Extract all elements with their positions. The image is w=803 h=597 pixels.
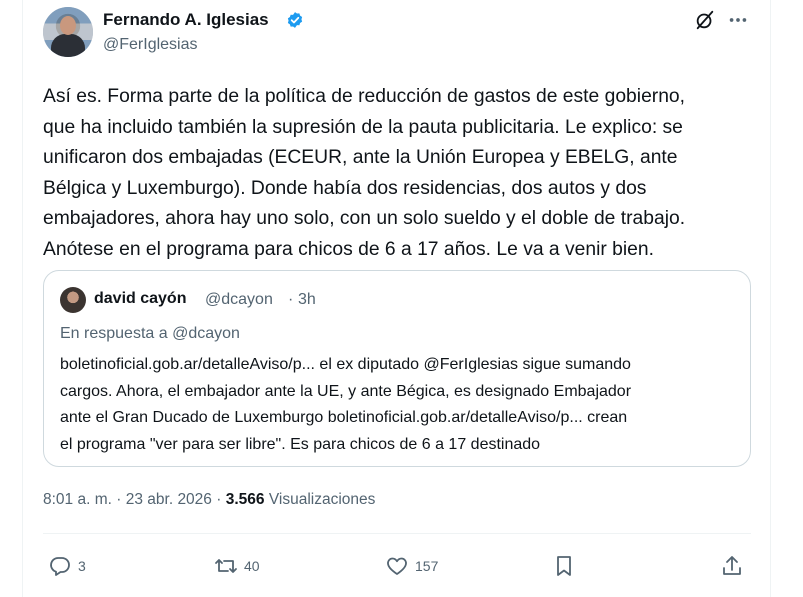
tweet-time[interactable]: 8:01 a. m. [43, 491, 112, 508]
views-count: 3.566 [225, 491, 265, 508]
like-count: 157 [415, 558, 439, 574]
bookmark-icon [557, 556, 571, 576]
avatar-face [60, 16, 76, 35]
column-border-right [770, 0, 771, 597]
quoted-author-name: david cayón [94, 290, 187, 307]
actions-divider [43, 533, 751, 534]
retweet-icon [215, 559, 237, 573]
grok-icon[interactable] [694, 9, 716, 31]
tweet-metadata: 8:01 a. m. · 23 abr. 2026 · 3.566 Visual… [43, 491, 375, 509]
quoted-line: boletinoficial.gob.ar/detalleAviso/p... … [60, 356, 631, 373]
quoted-text: boletinoficial.gob.ar/detalleAviso/p... … [60, 352, 740, 458]
tweet-line: Así es. Forma parte de la política de re… [43, 86, 686, 107]
bookmark-button[interactable] [552, 553, 576, 579]
tweet-line: unificaron dos embajadas (ECEUR, ante la… [43, 147, 678, 168]
quoted-tweet[interactable]: david cayón @dcayon · 3h En respuesta a … [43, 270, 751, 467]
author-avatar[interactable] [43, 7, 93, 57]
quoted-author-handle: @dcayon [205, 291, 273, 308]
like-button[interactable]: 157 [385, 553, 438, 579]
more-icon[interactable] [727, 9, 749, 31]
share-button[interactable] [720, 553, 744, 579]
meta-separator: · [116, 491, 122, 508]
tweet-line: Anótese en el programa para chicos de 6 … [43, 238, 654, 260]
retweet-count: 40 [244, 558, 260, 574]
author-handle[interactable]: @FerIglesias [103, 36, 198, 54]
author-display-name[interactable]: Fernando A. Iglesias [103, 10, 269, 30]
heart-icon [387, 557, 407, 575]
tweet-line: embajadores, ahora hay uno solo, con un … [43, 208, 686, 229]
tweet-detail: Fernando A. Iglesias @FerIglesias Así es… [0, 0, 803, 597]
reply-count: 3 [78, 558, 86, 574]
verified-badge-icon[interactable] [286, 11, 304, 29]
avatar-body [51, 34, 85, 57]
views-label: Visualizaciones [268, 491, 376, 508]
quoted-timestamp: 3h [298, 291, 316, 308]
tweet-text: Así es. Forma parte de la política de re… [43, 82, 763, 265]
tweet-line: que ha incluido también la supresión de … [43, 116, 683, 138]
quoted-reply-context: En respuesta a @dcayon [60, 325, 240, 342]
column-border-left [22, 0, 23, 597]
quoted-line: el programa "ver para ser libre". Es par… [60, 435, 541, 453]
quoted-author-avatar[interactable] [60, 287, 86, 313]
tweet-date[interactable]: 23 abr. 2026 [126, 491, 212, 508]
quoted-separator: · [288, 291, 294, 308]
retweet-button[interactable]: 40 [214, 553, 260, 579]
share-icon [723, 556, 741, 575]
tweet-line: Bélgica y Luxemburgo). Donde había dos r… [43, 177, 647, 199]
quoted-line: ante el Gran Ducado de Luxemburgo boleti… [60, 409, 628, 426]
meta-separator: · [216, 491, 222, 508]
reply-icon [50, 557, 70, 576]
reply-button[interactable]: 3 [48, 553, 86, 579]
quoted-line: cargos. Ahora, el embajador ante la UE, … [60, 382, 632, 400]
